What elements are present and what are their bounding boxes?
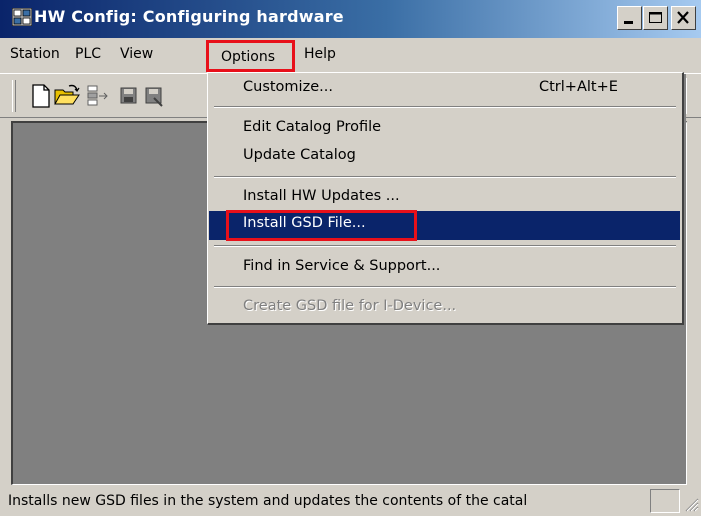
menu-item-find-in-service-support[interactable]: Find in Service & Support... [209, 254, 680, 282]
menu-item-edit-catalog-profile[interactable]: Edit Catalog Profile [209, 115, 680, 143]
menu-item-customize[interactable]: Customize... Ctrl+Alt+E [209, 75, 680, 103]
open-icon[interactable] [54, 84, 80, 112]
menu-item-label: Install HW Updates ... [243, 188, 400, 204]
menu-view[interactable]: View [120, 46, 153, 62]
options-menu: Customize... Ctrl+Alt+E Edit Catalog Pro… [207, 72, 684, 325]
menu-item-label: Customize... [243, 79, 333, 95]
menu-separator [214, 286, 676, 288]
menu-help[interactable]: Help [304, 46, 336, 62]
minimize-button[interactable] [617, 6, 642, 30]
menu-item-install-hw-updates[interactable]: Install HW Updates ... [209, 184, 680, 212]
menu-item-shortcut: Ctrl+Alt+E [539, 79, 618, 95]
menu-options-label: Options [221, 49, 276, 65]
maximize-button[interactable] [643, 6, 668, 30]
status-bar: Installs new GSD files in the system and… [0, 486, 701, 516]
menu-item-label: Install GSD File... [243, 215, 366, 231]
toolbar-grip[interactable] [12, 80, 16, 112]
menu-item-label: Update Catalog [243, 147, 356, 163]
menu-item-label: Edit Catalog Profile [243, 119, 382, 135]
app-icon[interactable] [11, 7, 33, 27]
status-text: Installs new GSD files in the system and… [8, 493, 528, 509]
hw-config-window: HW Config: Configuring hardware Station … [0, 0, 701, 516]
menu-plc[interactable]: PLC [75, 46, 101, 62]
status-pane [650, 489, 680, 513]
menu-bar: Station PLC View Help [0, 38, 701, 73]
menu-separator [214, 245, 676, 247]
save-compile-icon[interactable] [144, 84, 164, 112]
menu-item-label: Create GSD file for I-Device... [243, 298, 457, 314]
menu-separator [214, 176, 676, 178]
title-bar[interactable]: HW Config: Configuring hardware [0, 0, 701, 38]
save-icon[interactable] [120, 84, 138, 112]
menu-station[interactable]: Station [10, 46, 60, 62]
menu-separator [214, 106, 676, 108]
menu-item-label: Find in Service & Support... [243, 258, 441, 274]
menu-item-update-catalog[interactable]: Update Catalog [209, 143, 680, 171]
close-button[interactable] [671, 6, 696, 30]
resize-grip-icon[interactable] [683, 496, 699, 516]
new-icon[interactable] [31, 84, 51, 112]
window-title: HW Config: Configuring hardware [34, 7, 344, 26]
menu-item-install-gsd-file[interactable]: Install GSD File... [209, 211, 680, 240]
menu-item-create-gsd-file-i-device: Create GSD file for I-Device... [209, 294, 680, 322]
menu-options[interactable]: Options [206, 40, 295, 72]
network-icon[interactable] [86, 84, 110, 112]
